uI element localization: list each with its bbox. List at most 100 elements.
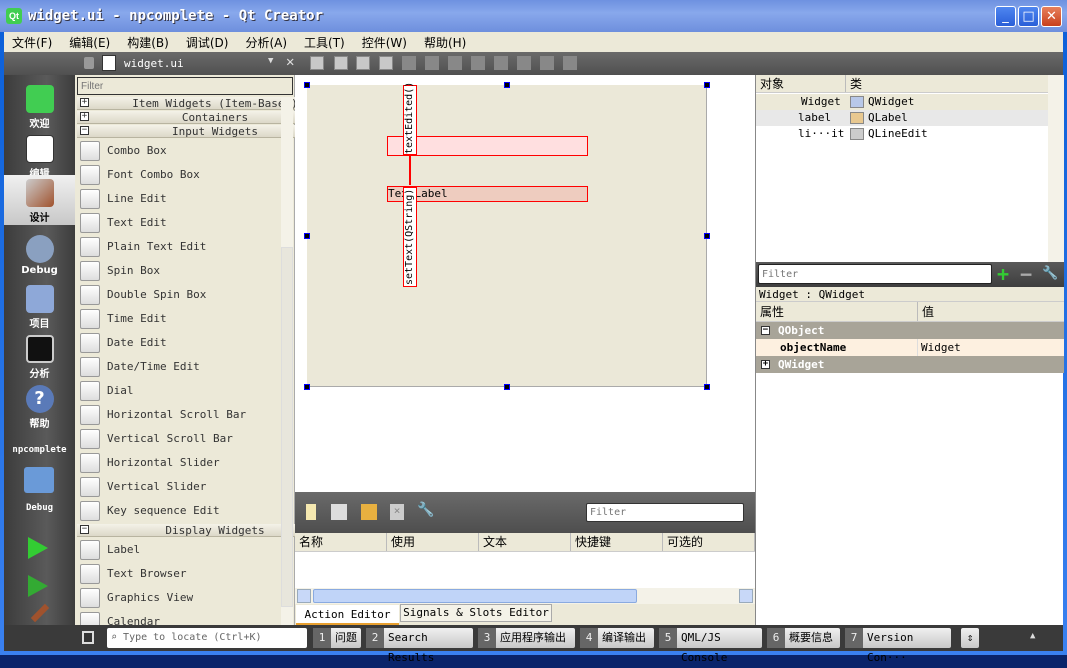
- widget-item[interactable]: Time Edit: [77, 307, 277, 331]
- action-column-header[interactable]: 文本: [479, 533, 571, 551]
- column-class[interactable]: 类: [846, 75, 862, 92]
- mode-edit[interactable]: 编辑: [4, 131, 75, 181]
- mode-debug[interactable]: Debug: [4, 231, 75, 281]
- widget-item[interactable]: Vertical Scroll Bar: [77, 427, 277, 451]
- menu-debug[interactable]: 调试(D): [178, 32, 238, 52]
- output-pane-tab[interactable]: 7 Version Con···: [845, 628, 951, 664]
- horizontal-scrollbar[interactable]: [295, 588, 755, 604]
- property-row[interactable]: objectName Widget: [756, 339, 1064, 356]
- widget-item[interactable]: Combo Box: [77, 139, 277, 163]
- resize-handle[interactable]: [704, 82, 710, 88]
- scrollbar-thumb[interactable]: [313, 589, 637, 603]
- widget-item[interactable]: Plain Text Edit: [77, 235, 277, 259]
- target-project[interactable]: npcomplete: [4, 445, 75, 455]
- splitter-vertical-icon[interactable]: [471, 56, 485, 70]
- action-column-header[interactable]: 快捷键: [571, 533, 663, 551]
- column-object[interactable]: 对象: [756, 75, 846, 92]
- widget-item[interactable]: Horizontal Slider: [77, 451, 277, 475]
- close-button[interactable]: ✕: [1041, 6, 1062, 27]
- menu-file[interactable]: 文件(F): [4, 32, 61, 52]
- resize-handle[interactable]: [704, 384, 710, 390]
- build-hammer-icon[interactable]: [30, 603, 50, 623]
- menu-build[interactable]: 构建(B): [119, 32, 178, 52]
- configure-wrench-icon[interactable]: 🔧: [1042, 266, 1058, 281]
- locator-input[interactable]: ⌕ Type to locate (Ctrl+K): [107, 628, 307, 648]
- output-pane-tab[interactable]: 1 问题: [313, 628, 361, 648]
- resize-handle[interactable]: [304, 384, 310, 390]
- new-action-icon[interactable]: [306, 504, 316, 520]
- scroll-right-button[interactable]: [739, 589, 753, 603]
- widget-item[interactable]: Dial: [77, 379, 277, 403]
- configure-wrench-icon[interactable]: 🔧: [417, 502, 434, 520]
- delete-action-icon[interactable]: ×: [390, 504, 404, 520]
- resize-handle[interactable]: [504, 82, 510, 88]
- output-pane-tab[interactable]: 2 Search Results: [366, 628, 473, 664]
- splitter-horizontal-icon[interactable]: [448, 56, 462, 70]
- action-column-header[interactable]: 可选的: [663, 533, 755, 551]
- mode-help[interactable]: ? 帮助: [4, 381, 75, 431]
- widget-item[interactable]: Line Edit: [77, 187, 277, 211]
- widget-filter-input[interactable]: [77, 77, 293, 95]
- collapse-icon[interactable]: −: [80, 126, 89, 135]
- resize-handle[interactable]: [504, 384, 510, 390]
- expand-icon[interactable]: +: [761, 360, 770, 369]
- object-tree-row[interactable]: li···it QLineEdit: [756, 126, 1048, 142]
- lock-icon[interactable]: [84, 57, 94, 69]
- object-tree-row[interactable]: label QLabel: [756, 110, 1048, 126]
- scrollbar-thumb[interactable]: [281, 247, 293, 607]
- edit-buddies-icon[interactable]: [356, 56, 370, 70]
- widget-item[interactable]: Vertical Slider: [77, 475, 277, 499]
- menu-analyze[interactable]: 分析(A): [237, 32, 296, 52]
- output-pane-tab[interactable]: 5 QML/JS Console: [659, 628, 762, 664]
- property-group-qobject[interactable]: − QObject: [756, 322, 1064, 339]
- resize-handle[interactable]: [304, 82, 310, 88]
- widget-item[interactable]: Font Combo Box: [77, 163, 277, 187]
- target-config[interactable]: Debug: [4, 503, 75, 513]
- property-value[interactable]: Widget: [918, 339, 961, 356]
- mode-welcome[interactable]: 欢迎: [4, 81, 75, 131]
- remove-property-icon[interactable]: −: [1020, 262, 1032, 286]
- property-group-qwidget[interactable]: + QWidget: [756, 356, 1064, 373]
- add-property-icon[interactable]: +: [997, 262, 1009, 286]
- maximize-output-icon[interactable]: ▲: [1030, 631, 1035, 641]
- object-inspector-scrollbar[interactable]: [1048, 75, 1064, 262]
- copy-action-icon[interactable]: [331, 504, 347, 520]
- expand-icon[interactable]: +: [80, 98, 89, 107]
- more-panes-button[interactable]: ⇕: [961, 628, 979, 648]
- text-label-widget[interactable]: TextLabel: [387, 186, 588, 202]
- menu-tools[interactable]: 工具(T): [296, 32, 354, 52]
- file-dropdown-icon[interactable]: ▼: [268, 56, 273, 66]
- edit-signals-slots-icon[interactable]: [334, 56, 348, 70]
- tab-action-editor[interactable]: Action Editor: [296, 605, 399, 625]
- scroll-left-button[interactable]: [297, 589, 311, 603]
- resize-handle[interactable]: [704, 233, 710, 239]
- resize-handle[interactable]: [304, 233, 310, 239]
- widget-item[interactable]: Graphics View: [77, 586, 277, 610]
- computer-icon[interactable]: [24, 467, 54, 493]
- column-property[interactable]: 属性: [756, 302, 918, 321]
- widget-item[interactable]: Double Spin Box: [77, 283, 277, 307]
- edit-widgets-icon[interactable]: [310, 56, 324, 70]
- layout-vertical-icon[interactable]: [425, 56, 439, 70]
- widget-item[interactable]: Horizontal Scroll Bar: [77, 403, 277, 427]
- menu-edit[interactable]: 编辑(E): [61, 32, 119, 52]
- collapse-icon[interactable]: −: [761, 326, 770, 335]
- tab-signals-slots-editor[interactable]: Signals & Slots Editor: [400, 604, 552, 622]
- layout-form-icon[interactable]: [494, 56, 508, 70]
- mode-design[interactable]: 设计: [4, 175, 75, 225]
- widget-item[interactable]: Spin Box: [77, 259, 277, 283]
- layout-grid-icon[interactable]: [517, 56, 531, 70]
- menu-widgets[interactable]: 控件(W): [354, 32, 416, 52]
- output-pane-tab[interactable]: 6 概要信息: [767, 628, 840, 648]
- open-file-name[interactable]: widget.ui: [124, 57, 184, 70]
- widget-item[interactable]: Text Browser: [77, 562, 277, 586]
- collapse-icon[interactable]: −: [80, 525, 89, 534]
- break-layout-icon[interactable]: [540, 56, 554, 70]
- maximize-button[interactable]: □: [1018, 6, 1039, 27]
- slot-label[interactable]: setText(QString): [403, 187, 417, 287]
- mode-analyze[interactable]: 分析: [4, 331, 75, 381]
- column-value[interactable]: 值: [918, 302, 934, 321]
- line-edit-widget[interactable]: [387, 136, 588, 156]
- property-filter-input[interactable]: [758, 264, 992, 284]
- output-pane-tab[interactable]: 3 应用程序输出: [478, 628, 575, 648]
